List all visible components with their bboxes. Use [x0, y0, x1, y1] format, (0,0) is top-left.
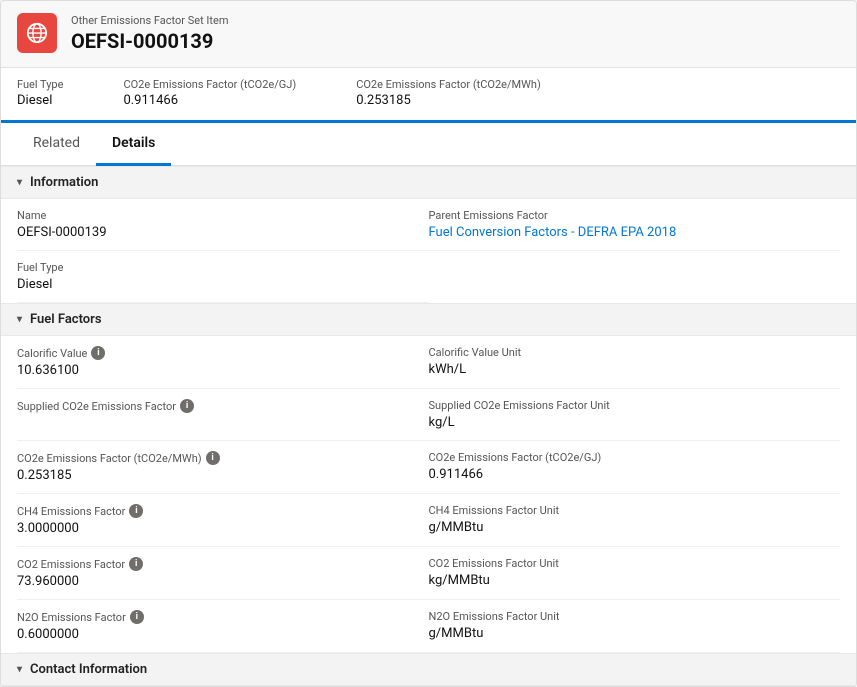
field-calorific-value-unit: Calorific Value Unit kWh/L: [429, 336, 841, 389]
field-supplied-co2e: Supplied CO2e Emissions Factor i: [17, 389, 429, 441]
calorific-value-info-icon[interactable]: i: [91, 346, 105, 360]
information-section-header[interactable]: ▾ Information: [1, 166, 856, 199]
co2e-mwh-info-icon[interactable]: i: [206, 451, 220, 465]
field-calorific-value-unit-label: Calorific Value Unit: [429, 346, 825, 359]
field-parent-label: Parent Emissions Factor: [429, 209, 825, 222]
fuel-factors-section-title: Fuel Factors: [30, 312, 102, 327]
field-calorific-value-value: 10.636100: [17, 363, 413, 378]
n2o-info-icon[interactable]: i: [130, 610, 144, 624]
field-calorific-value-unit-value: kWh/L: [429, 362, 825, 377]
field-co2-unit-label: CO2 Emissions Factor Unit: [429, 557, 825, 570]
main-container: Other Emissions Factor Set Item OEFSI-00…: [0, 0, 857, 687]
tab-bar: Related Details: [1, 123, 856, 166]
meta-co2e-mwh-label: CO2e Emissions Factor (tCO2e/MWh): [356, 78, 541, 91]
record-icon: [17, 13, 57, 53]
field-name-value: OEFSI-0000139: [17, 225, 413, 240]
field-calorific-value: Calorific Value i 10.636100: [17, 336, 429, 389]
contact-info-section: ▾ Contact Information: [1, 653, 856, 686]
field-co2e-mwh: CO2e Emissions Factor (tCO2e/MWh) i 0.25…: [17, 441, 429, 494]
meta-co2e-gj: CO2e Emissions Factor (tCO2e/GJ) 0.91146…: [123, 78, 296, 108]
meta-fuel-type-label: Fuel Type: [17, 78, 63, 91]
field-supplied-co2e-label: Supplied CO2e Emissions Factor i: [17, 399, 413, 413]
meta-fuel-type: Fuel Type Diesel: [17, 78, 63, 108]
field-ch4-unit-value: g/MMBtu: [429, 520, 825, 535]
meta-co2e-mwh-value: 0.253185: [356, 93, 541, 108]
field-co2e-gj: CO2e Emissions Factor (tCO2e/GJ) 0.91146…: [429, 441, 841, 494]
field-co2-unit-value: kg/MMBtu: [429, 573, 825, 588]
fuel-factors-section-header[interactable]: ▾ Fuel Factors: [1, 303, 856, 336]
field-name: Name OEFSI-0000139: [17, 199, 429, 251]
field-name-label: Name: [17, 209, 413, 222]
globe-icon: [26, 22, 48, 44]
supplied-co2e-info-icon[interactable]: i: [180, 399, 194, 413]
field-fuel-type-value: Diesel: [17, 277, 413, 292]
field-n2o-unit-label: N2O Emissions Factor Unit: [429, 610, 825, 623]
field-co2-value: 73.960000: [17, 574, 413, 589]
information-section-title: Information: [30, 175, 98, 190]
field-co2e-mwh-label: CO2e Emissions Factor (tCO2e/MWh) i: [17, 451, 413, 465]
header-meta: Fuel Type Diesel CO2e Emissions Factor (…: [1, 68, 856, 123]
field-ch4-value: 3.0000000: [17, 521, 413, 536]
record-type-label: Other Emissions Factor Set Item: [71, 14, 229, 27]
field-n2o: N2O Emissions Factor i 0.6000000: [17, 600, 429, 653]
tab-related[interactable]: Related: [17, 123, 96, 166]
co2-info-icon[interactable]: i: [129, 557, 143, 571]
ch4-info-icon[interactable]: i: [129, 504, 143, 518]
field-n2o-unit-value: g/MMBtu: [429, 626, 825, 641]
header-text: Other Emissions Factor Set Item OEFSI-00…: [71, 14, 229, 53]
field-n2o-label: N2O Emissions Factor i: [17, 610, 413, 624]
field-ch4-unit-label: CH4 Emissions Factor Unit: [429, 504, 825, 517]
field-n2o-value: 0.6000000: [17, 627, 413, 642]
field-co2: CO2 Emissions Factor i 73.960000: [17, 547, 429, 600]
field-fuel-type-label: Fuel Type: [17, 261, 413, 274]
meta-fuel-type-value: Diesel: [17, 93, 63, 108]
field-co2e-gj-value: 0.911466: [429, 467, 825, 482]
field-parent-emissions-factor: Parent Emissions Factor Fuel Conversion …: [429, 199, 841, 251]
fuel-factors-chevron: ▾: [17, 314, 22, 325]
field-co2-unit: CO2 Emissions Factor Unit kg/MMBtu: [429, 547, 841, 600]
fuel-factors-fields: Calorific Value i 10.636100 Calorific Va…: [1, 336, 856, 653]
field-ch4-label: CH4 Emissions Factor i: [17, 504, 413, 518]
field-ch4: CH4 Emissions Factor i 3.0000000: [17, 494, 429, 547]
field-co2-label: CO2 Emissions Factor i: [17, 557, 413, 571]
field-calorific-value-label: Calorific Value i: [17, 346, 413, 360]
field-fuel-type: Fuel Type Diesel: [17, 251, 429, 303]
tab-details[interactable]: Details: [96, 123, 171, 166]
field-supplied-co2e-unit: Supplied CO2e Emissions Factor Unit kg/L: [429, 389, 841, 441]
field-ch4-unit: CH4 Emissions Factor Unit g/MMBtu: [429, 494, 841, 547]
information-section: ▾ Information Name OEFSI-0000139 Parent …: [1, 166, 856, 303]
field-n2o-unit: N2O Emissions Factor Unit g/MMBtu: [429, 600, 841, 653]
meta-co2e-gj-value: 0.911466: [123, 93, 296, 108]
contact-info-section-title: Contact Information: [30, 662, 147, 677]
information-chevron: ▾: [17, 177, 22, 188]
field-co2e-gj-label: CO2e Emissions Factor (tCO2e/GJ): [429, 451, 825, 464]
meta-co2e-mwh: CO2e Emissions Factor (tCO2e/MWh) 0.2531…: [356, 78, 541, 108]
field-supplied-co2e-unit-value: kg/L: [429, 415, 825, 430]
contact-info-chevron: ▾: [17, 664, 22, 675]
information-fields: Name OEFSI-0000139 Parent Emissions Fact…: [1, 199, 856, 303]
contact-info-section-header[interactable]: ▾ Contact Information: [1, 653, 856, 686]
field-co2e-mwh-value: 0.253185: [17, 468, 413, 483]
fuel-factors-section: ▾ Fuel Factors Calorific Value i 10.6361…: [1, 303, 856, 653]
record-title: OEFSI-0000139: [71, 29, 229, 53]
field-parent-value[interactable]: Fuel Conversion Factors - DEFRA EPA 2018: [429, 225, 825, 240]
record-header: Other Emissions Factor Set Item OEFSI-00…: [1, 1, 856, 68]
meta-co2e-gj-label: CO2e Emissions Factor (tCO2e/GJ): [123, 78, 296, 91]
field-supplied-co2e-unit-label: Supplied CO2e Emissions Factor Unit: [429, 399, 825, 412]
